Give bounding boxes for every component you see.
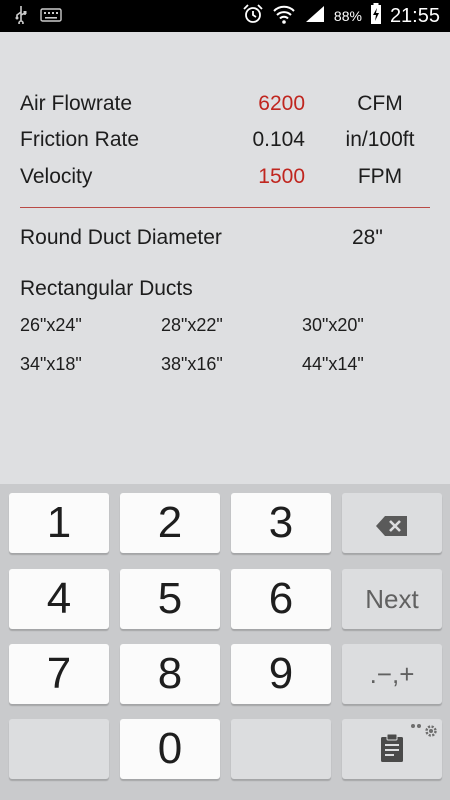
air-flowrate-unit: CFM bbox=[357, 92, 403, 115]
friction-rate-row[interactable]: Friction Rate 0.104 in/100ft bbox=[0, 128, 450, 158]
air-flowrate-label: Air Flowrate bbox=[20, 92, 133, 115]
key-7[interactable]: 7 bbox=[9, 644, 109, 704]
symbols-key[interactable]: .−,+ bbox=[342, 644, 442, 704]
friction-rate-value[interactable]: 0.104 bbox=[252, 128, 305, 152]
round-duct-diameter-value: 28" bbox=[352, 226, 383, 249]
symbols-label: .−,+ bbox=[369, 658, 415, 689]
friction-rate-unit: in/100ft bbox=[345, 128, 415, 151]
key-1[interactable]: 1 bbox=[9, 493, 109, 553]
backspace-key[interactable] bbox=[342, 493, 442, 553]
duct-calculator-panel: Air Flowrate 6200 CFM Friction Rate 0.10… bbox=[0, 32, 450, 484]
air-flowrate-row[interactable]: Air Flowrate 6200 CFM bbox=[0, 92, 450, 122]
battery-percent: 88% bbox=[333, 8, 362, 24]
wifi-icon bbox=[272, 4, 296, 29]
next-key[interactable]: Next bbox=[342, 569, 442, 629]
rect-duct-size: 26"x24" bbox=[20, 315, 82, 335]
velocity-value[interactable]: 1500 bbox=[258, 165, 305, 189]
next-label: Next bbox=[365, 583, 419, 614]
blank-key-right[interactable] bbox=[231, 719, 331, 779]
key-6[interactable]: 6 bbox=[231, 569, 331, 629]
key-9[interactable]: 9 bbox=[231, 644, 331, 704]
divider bbox=[20, 207, 430, 208]
battery-charging-icon bbox=[370, 2, 382, 30]
key-4[interactable]: 4 bbox=[9, 569, 109, 629]
rect-duct-size: 38"x16" bbox=[161, 354, 223, 374]
key-8[interactable]: 8 bbox=[120, 644, 220, 704]
key-2[interactable]: 2 bbox=[120, 493, 220, 553]
rect-duct-size: 28"x22" bbox=[161, 315, 223, 335]
air-flowrate-value[interactable]: 6200 bbox=[258, 92, 305, 116]
clipboard-icon bbox=[379, 724, 405, 774]
alarm-icon bbox=[242, 3, 264, 30]
friction-rate-label: Friction Rate bbox=[20, 128, 140, 151]
status-bar: 88% 21:55 bbox=[0, 0, 450, 32]
velocity-label: Velocity bbox=[20, 165, 93, 188]
round-duct-diameter-label: Round Duct Diameter bbox=[20, 226, 222, 249]
signal-icon bbox=[304, 4, 326, 29]
rect-duct-size: 44"x14" bbox=[302, 354, 364, 374]
velocity-row[interactable]: Velocity 1500 FPM bbox=[0, 165, 450, 195]
backspace-icon bbox=[375, 498, 409, 548]
key-0[interactable]: 0 bbox=[120, 719, 220, 779]
velocity-unit: FPM bbox=[357, 165, 403, 188]
key-3[interactable]: 3 bbox=[231, 493, 331, 553]
rectangular-ducts-title: Rectangular Ducts bbox=[20, 277, 193, 300]
rect-duct-size: 30"x20" bbox=[302, 315, 364, 335]
usb-icon bbox=[14, 6, 28, 29]
key-5[interactable]: 5 bbox=[120, 569, 220, 629]
numeric-keyboard: 1 2 3 4 5 6 Next 7 8 9 .−,+ 0 bbox=[0, 484, 450, 800]
blank-key-left[interactable] bbox=[9, 719, 109, 779]
settings-gear-icon[interactable] bbox=[410, 722, 440, 745]
rect-duct-size: 34"x18" bbox=[20, 354, 82, 374]
clock: 21:55 bbox=[389, 4, 440, 27]
keyboard-icon bbox=[40, 7, 62, 28]
